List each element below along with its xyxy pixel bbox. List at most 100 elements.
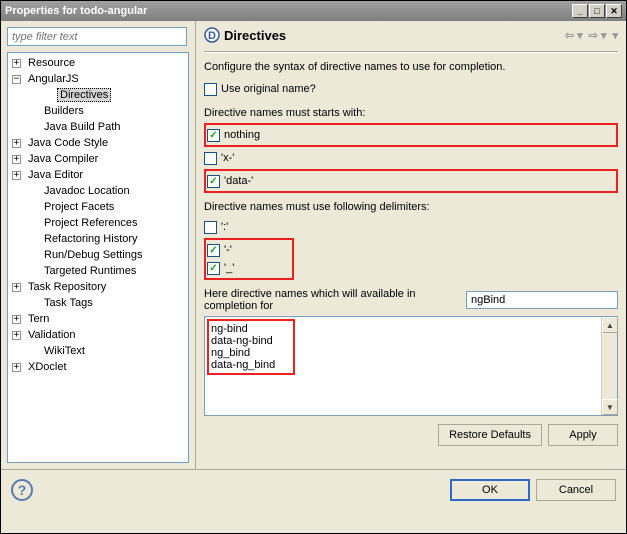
expander-icon <box>28 219 37 228</box>
tree-label: Javadoc Location <box>41 184 133 198</box>
startswith-group: ✓nothing'x-'✓'data-' <box>204 123 618 193</box>
results-area: ng-binddata-ng-bindng_binddata-ng_bind ▲… <box>204 316 618 416</box>
tree-node[interactable]: Targeted Runtimes <box>8 263 188 279</box>
tree-node[interactable]: +Java Compiler <box>8 151 188 167</box>
result-line: ng_bind <box>211 347 275 359</box>
menu-icon[interactable]: ▾ <box>612 29 618 42</box>
scroll-down-icon[interactable]: ▼ <box>602 399 618 415</box>
expander-icon[interactable]: + <box>12 283 21 292</box>
checkbox-label: Use original name? <box>221 83 316 95</box>
expander-icon <box>28 235 37 244</box>
result-line: data-ng-bind <box>211 335 275 347</box>
help-icon[interactable]: ? <box>11 479 33 501</box>
expander-icon[interactable]: + <box>12 59 21 68</box>
expander-icon <box>28 187 37 196</box>
tree-node[interactable]: +Task Repository <box>8 279 188 295</box>
result-line: ng-bind <box>211 323 275 335</box>
tree-node[interactable]: + Tern <box>8 311 188 327</box>
expander-icon <box>28 203 37 212</box>
expander-icon[interactable]: + <box>12 315 21 324</box>
ok-button[interactable]: OK <box>450 479 530 501</box>
tree-label: Builders <box>41 104 87 118</box>
expander-icon[interactable]: + <box>12 155 21 164</box>
tree-label: Project References <box>41 216 141 230</box>
expander-icon <box>28 251 37 260</box>
checkbox-option[interactable]: ✓nothing <box>207 126 615 144</box>
expander-icon <box>28 347 37 356</box>
tree-label: Java Code Style <box>25 136 111 150</box>
tree-node[interactable]: +Resource <box>8 55 188 71</box>
checkbox-icon: ✓ <box>207 262 220 275</box>
titlebar: Properties for todo-angular _ □ ✕ <box>1 1 626 21</box>
completion-input[interactable] <box>466 291 618 309</box>
restore-defaults-button[interactable]: Restore Defaults <box>438 424 542 446</box>
checkbox-icon <box>204 152 217 165</box>
tree-node[interactable]: Javadoc Location <box>8 183 188 199</box>
checkbox-icon <box>204 221 217 234</box>
tree-label: Tern <box>25 312 52 326</box>
checkbox-label: '-' <box>224 244 232 256</box>
delimiters-group: ':' ✓ '-' ✓ '_' <box>204 217 618 280</box>
tree-label: XDoclet <box>25 360 70 374</box>
page-title: Directives <box>224 28 286 43</box>
tree-label: Validation <box>25 328 79 342</box>
tree-node[interactable]: + Java Code Style <box>8 135 188 151</box>
properties-tree[interactable]: +Resource−AngularJSDirectives Builders Jav… <box>7 52 189 463</box>
tree-label: Run/Debug Settings <box>41 248 145 262</box>
tree-node[interactable]: WikiText <box>8 343 188 359</box>
use-original-checkbox[interactable]: Use original name? <box>204 80 618 98</box>
scroll-up-icon[interactable]: ▲ <box>602 317 618 333</box>
checkbox-option[interactable]: ✓ '_' <box>207 259 291 277</box>
checkbox-icon <box>204 83 217 96</box>
checkbox-option[interactable]: ':' <box>204 218 618 236</box>
expander-icon[interactable]: + <box>12 139 21 148</box>
directives-icon: D <box>204 27 220 43</box>
forward-icon[interactable]: ⇨ ▾ <box>589 29 607 42</box>
tree-node[interactable]: Project References <box>8 215 188 231</box>
startswith-label: Directive names must starts with: <box>204 107 618 119</box>
cancel-button[interactable]: Cancel <box>536 479 616 501</box>
checkbox-option[interactable]: 'x-' <box>204 149 618 167</box>
tree-label: Java Build Path <box>41 120 123 134</box>
tree-label: Directives <box>57 88 111 102</box>
page-header: D Directives ⇦ ▾ ⇨ ▾ ▾ <box>204 27 618 43</box>
tree-node[interactable]: Run/Debug Settings <box>8 247 188 263</box>
apply-button[interactable]: Apply <box>548 424 618 446</box>
tree-label: Refactoring History <box>41 232 141 246</box>
checkbox-icon: ✓ <box>207 244 220 257</box>
result-line: data-ng_bind <box>211 359 275 371</box>
checkbox-option[interactable]: ✓ '-' <box>207 241 291 259</box>
expander-icon[interactable]: − <box>12 75 21 84</box>
completion-label: Here directive names which will availabl… <box>204 288 462 312</box>
tree-node[interactable]: Project Facets <box>8 199 188 215</box>
checkbox-label: '_' <box>224 262 234 274</box>
window-title: Properties for todo-angular <box>5 5 572 17</box>
checkbox-label: ':' <box>221 221 228 233</box>
tree-node[interactable]: Java Build Path <box>8 119 188 135</box>
tree-node[interactable]: Task Tags <box>8 295 188 311</box>
expander-icon[interactable]: + <box>12 171 21 180</box>
close-button[interactable]: ✕ <box>606 4 622 18</box>
checkbox-label: nothing <box>224 129 260 141</box>
tree-node[interactable]: + Validation <box>8 327 188 343</box>
back-icon[interactable]: ⇦ ▾ <box>565 29 583 42</box>
svg-text:D: D <box>208 30 216 42</box>
tree-label: Task Tags <box>41 296 96 310</box>
minimize-button[interactable]: _ <box>572 4 588 18</box>
expander-icon[interactable]: + <box>12 363 21 372</box>
scrollbar[interactable]: ▲ ▼ <box>601 317 617 415</box>
checkbox-icon: ✓ <box>207 175 220 188</box>
filter-input[interactable] <box>7 27 187 46</box>
expander-icon <box>28 299 37 308</box>
tree-node[interactable]: Directives <box>8 87 188 103</box>
checkbox-option[interactable]: ✓'data-' <box>207 172 615 190</box>
tree-node[interactable]: + XDoclet <box>8 359 188 375</box>
expander-icon[interactable]: + <box>12 331 21 340</box>
tree-node[interactable]: +Java Editor <box>8 167 188 183</box>
tree-node[interactable]: Refactoring History <box>8 231 188 247</box>
tree-label: WikiText <box>41 344 88 358</box>
tree-node[interactable]: Builders <box>8 103 188 119</box>
tree-node[interactable]: −AngularJS <box>8 71 188 87</box>
tree-label: Project Facets <box>41 200 117 214</box>
maximize-button[interactable]: □ <box>589 4 605 18</box>
